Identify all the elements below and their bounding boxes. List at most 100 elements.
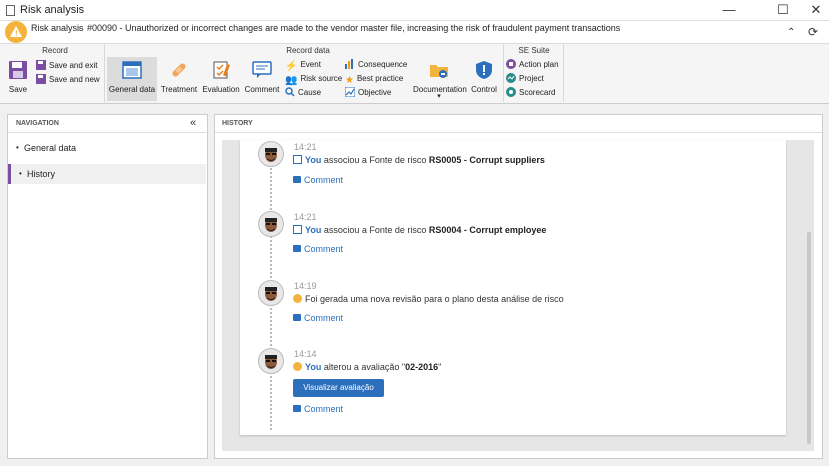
entry-object: RS0004 - Corrupt employee (428, 225, 547, 235)
history-entry-text: You alterou a avaliação "02-2016" (293, 362, 441, 372)
avatar (258, 211, 284, 237)
user-avatar-icon (259, 212, 283, 236)
bandage-icon (172, 63, 186, 77)
control-label: Control (471, 85, 497, 94)
entry-time: 14:14 (294, 349, 317, 359)
document-link-icon (293, 225, 302, 234)
people-icon: 👥 (285, 75, 298, 86)
view-evaluation-button[interactable]: Visualizar avaliação (293, 379, 384, 397)
entry-actor[interactable]: You (305, 362, 321, 372)
save-and-exit-label: Save and exit (49, 61, 98, 70)
entry-time: 14:21 (294, 212, 317, 222)
save-exit-icon (36, 60, 46, 70)
avatar (258, 280, 284, 306)
star-icon: ★ (345, 75, 354, 86)
user-avatar-icon (259, 349, 283, 373)
event-label: Event (300, 60, 321, 69)
comment-icon (293, 176, 301, 183)
general-data-button[interactable]: General data (107, 57, 157, 101)
cause-button[interactable]: Cause (285, 86, 321, 99)
consequence-button[interactable]: Consequence (345, 58, 407, 71)
shield-icon (476, 61, 492, 79)
general-data-label: General data (108, 85, 156, 94)
evaluation-change-icon (293, 362, 302, 371)
history-entry-text: You associou a Fonte de risco RS0005 - C… (293, 155, 545, 165)
collapse-panel-icon[interactable]: « (190, 117, 196, 129)
entry-object: RS0005 - Corrupt suppliers (428, 155, 545, 165)
floppy-disk-icon (9, 61, 27, 79)
minimize-button[interactable]: — (709, 0, 749, 21)
entry-actor[interactable]: You (305, 155, 321, 165)
magnifier-icon (285, 87, 295, 97)
lightning-icon: ⚡ (285, 61, 298, 72)
project-button[interactable]: Project (506, 72, 544, 85)
evaluation-button[interactable]: Evaluation (200, 57, 242, 101)
history-entry-text: Foi gerada uma nova revisão para o plano… (293, 294, 564, 304)
general-data-icon (122, 61, 142, 79)
avatar (258, 141, 284, 167)
event-button[interactable]: ⚡ Event (285, 58, 321, 72)
group-label-record: Record (42, 46, 68, 55)
control-button[interactable]: Control (469, 57, 499, 101)
folder-icon (430, 65, 448, 78)
documentation-button[interactable]: Documentation ▾ (413, 57, 467, 101)
refresh-icon[interactable]: ⟳ (808, 25, 818, 39)
comment-link[interactable]: Comment (293, 175, 343, 185)
comment-ribbon-button[interactable]: Comment (244, 57, 280, 101)
clipboard-check-icon (213, 61, 230, 79)
breadcrumb-root[interactable]: Risk analysis (31, 23, 84, 33)
collapse-icon[interactable]: ⌃ (787, 27, 795, 38)
comment-icon (293, 405, 301, 412)
user-avatar-icon (259, 142, 283, 166)
cause-label: Cause (298, 88, 322, 97)
risk-source-button[interactable]: 👥 Risk source (285, 72, 343, 86)
entry-object: 02-2016 (405, 362, 439, 372)
comment-icon (293, 314, 301, 321)
save-and-exit-button[interactable]: Save and exit (36, 59, 97, 72)
action-plan-button[interactable]: Action plan (506, 58, 559, 71)
save-label: Save (8, 85, 28, 94)
save-and-new-label: Save and new (49, 75, 100, 84)
treatment-label: Treatment (160, 85, 198, 94)
speech-bubble-icon (252, 61, 272, 78)
risk-source-label: Risk source (300, 74, 343, 83)
close-button[interactable]: ✕ (796, 0, 829, 21)
comment-ribbon-label: Comment (244, 85, 280, 94)
revision-icon (293, 294, 302, 303)
objective-label: Objective (358, 88, 392, 97)
nav-item-general-data[interactable]: • General data (8, 138, 206, 158)
action-plan-icon (506, 59, 516, 69)
scorecard-button[interactable]: Scorecard (506, 86, 555, 99)
comment-icon (293, 245, 301, 252)
document-link-icon (293, 155, 302, 164)
best-practice-label: Best practice (356, 74, 404, 83)
entry-time: 14:21 (294, 142, 317, 152)
comment-link[interactable]: Comment (293, 313, 343, 323)
consequence-label: Consequence (358, 60, 408, 69)
user-avatar-icon (259, 281, 283, 305)
comment-link[interactable]: Comment (293, 404, 343, 414)
scorecard-icon (506, 87, 516, 97)
save-button[interactable]: Save (4, 57, 32, 101)
line-chart-icon (345, 87, 355, 97)
project-label: Project (519, 74, 544, 83)
window-title: Risk analysis (20, 4, 85, 16)
objective-button[interactable]: Objective (345, 86, 391, 99)
treatment-button[interactable]: Treatment (159, 57, 199, 101)
breadcrumb-current: #00090 - Unauthorized or incorrect chang… (87, 23, 621, 33)
nav-item-history[interactable]: • History (8, 164, 206, 184)
group-label-se-suite: SE Suite (518, 46, 550, 55)
action-plan-label: Action plan (519, 60, 559, 69)
scorecard-label: Scorecard (519, 88, 556, 97)
entry-actor[interactable]: You (305, 225, 321, 235)
project-icon (506, 73, 516, 83)
navigation-header: NAVIGATION (16, 120, 59, 127)
comment-link[interactable]: Comment (293, 244, 343, 254)
save-and-new-button[interactable]: Save and new (36, 73, 100, 86)
nav-item-label: General data (24, 143, 77, 153)
best-practice-button[interactable]: ★ Best practice (345, 72, 404, 86)
title-bar: Risk analysis — ☐ ✕ (0, 0, 829, 21)
breadcrumb-separator: › (78, 23, 81, 33)
save-new-icon (36, 74, 46, 84)
history-scrollbar[interactable] (807, 232, 811, 444)
